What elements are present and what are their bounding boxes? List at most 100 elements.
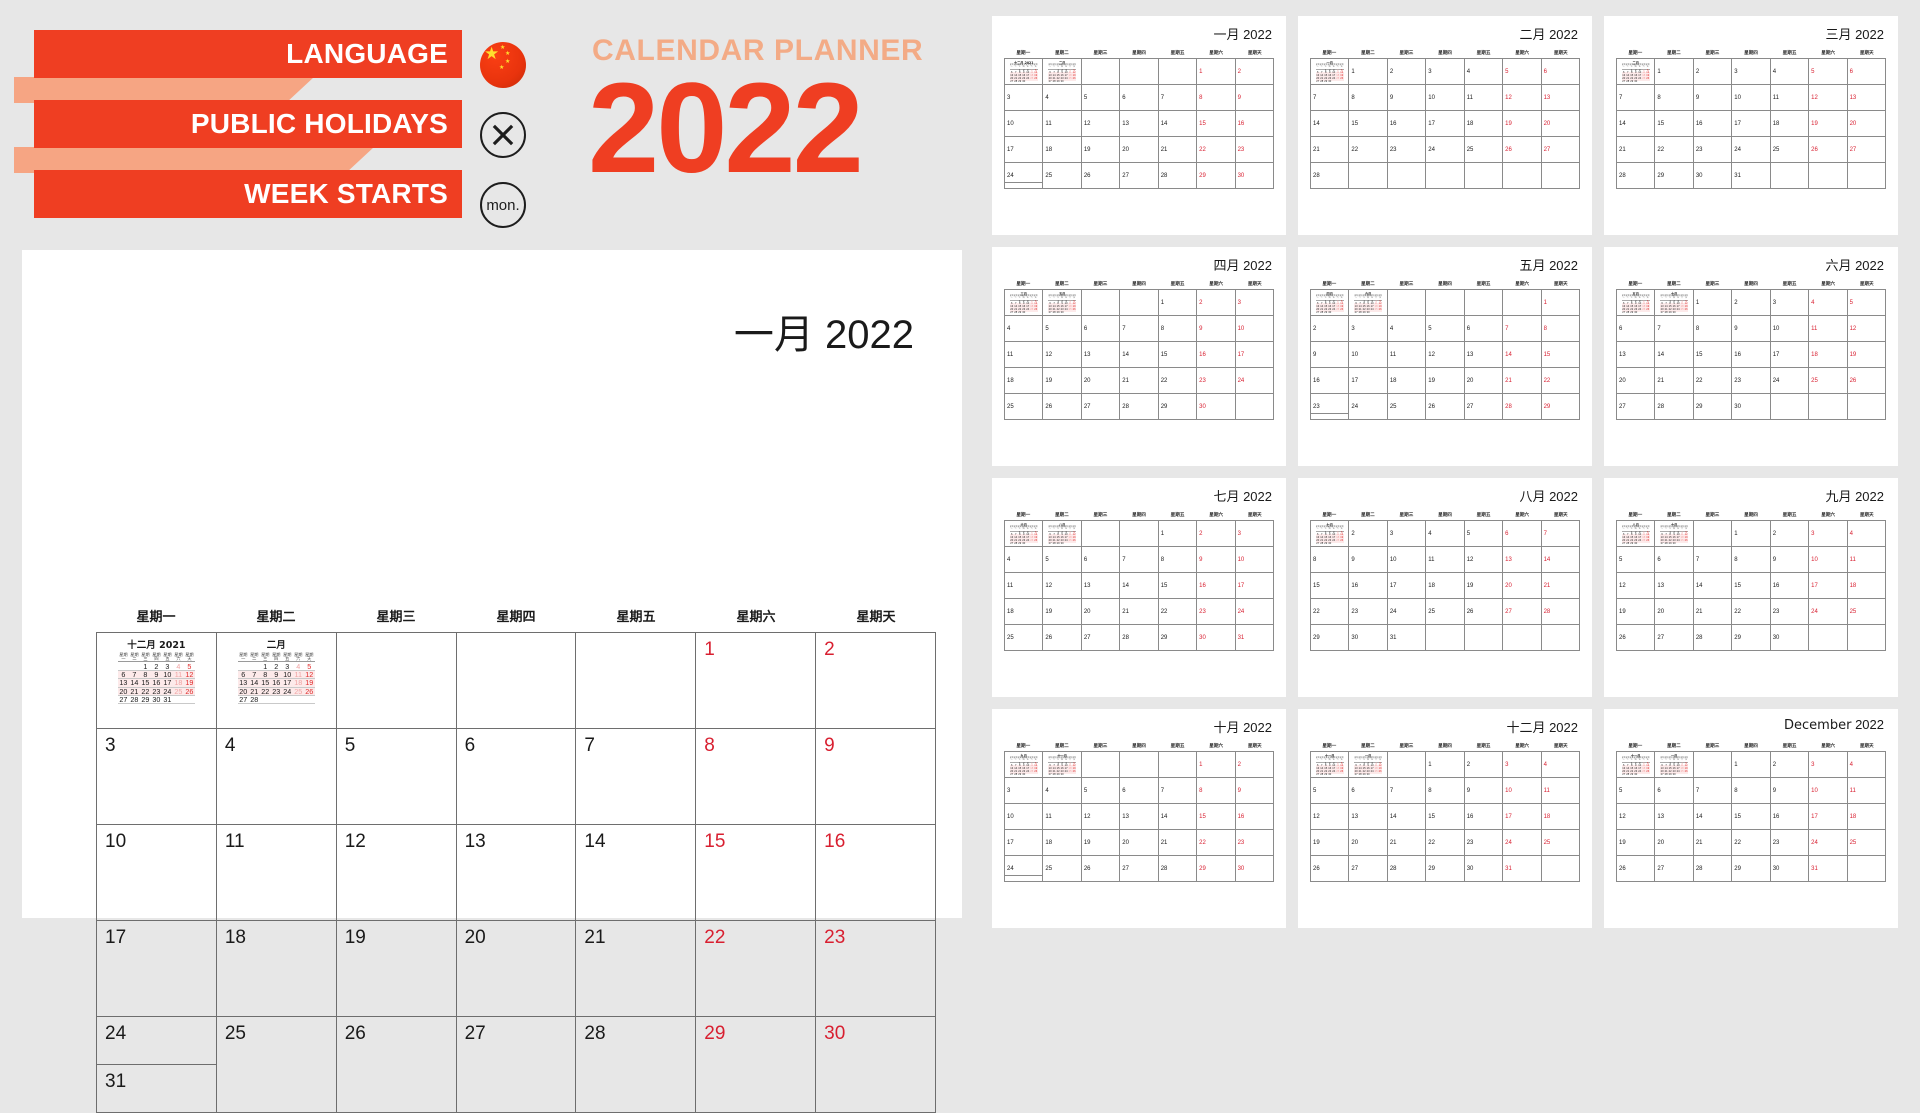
thumbnail-day-cell[interactable]: 25 bbox=[1847, 830, 1886, 856]
month-thumbnail-2[interactable]: 二月 2022 星期一 星期二 星期三 星期四 星期五 星期六 星期天 一月 星期一 星期二 星期三星… bbox=[1298, 16, 1592, 235]
thumbnail-day-cell[interactable]: 13 bbox=[1503, 547, 1542, 573]
thumbnail-day-cell[interactable]: 21 bbox=[1311, 137, 1350, 163]
thumbnail-day-cell[interactable]: 6 bbox=[1349, 778, 1388, 804]
thumbnail-day-cell[interactable]: 18 bbox=[1005, 599, 1044, 625]
thumbnail-day-cell[interactable]: 20 bbox=[1081, 368, 1121, 394]
thumbnail-day-cell[interactable]: 12 bbox=[1043, 573, 1082, 599]
thumbnail-day-cell[interactable]: 31 bbox=[1503, 856, 1542, 882]
thumbnail-day-cell[interactable]: 2 bbox=[1311, 316, 1350, 342]
thumbnail-day-cell[interactable] bbox=[1464, 625, 1504, 651]
thumbnail-day-cell[interactable]: 28 bbox=[1387, 856, 1427, 882]
thumbnail-day-cell[interactable]: 28 bbox=[1158, 856, 1198, 882]
thumbnail-day-cell[interactable]: 13 bbox=[1120, 111, 1159, 137]
thumbnail-day-cell[interactable]: 23 bbox=[1464, 830, 1504, 856]
thumbnail-day-cell[interactable]: 14 bbox=[1120, 342, 1159, 368]
main-day-cell[interactable]: 26 bbox=[336, 1017, 457, 1113]
thumbnail-mini-cell-2[interactable]: 七月 星期一 星期二 星期三 星期四 星期五 星期六 星期天 1 2 3 4 5 6 7 8 9 10 11 12 13… bbox=[1655, 290, 1694, 316]
thumbnail-day-cell[interactable]: 24 bbox=[1235, 368, 1274, 394]
thumbnail-day-cell[interactable] bbox=[1387, 163, 1427, 189]
thumbnail-day-cell[interactable]: 24 bbox=[1809, 830, 1848, 856]
thumbnail-day-cell[interactable]: 5 bbox=[1043, 547, 1082, 573]
thumbnail-day-cell[interactable]: 29 bbox=[1197, 856, 1236, 882]
thumbnail-day-cell[interactable]: 23 bbox=[1732, 368, 1771, 394]
thumbnail-day-cell[interactable]: 6 bbox=[1655, 778, 1694, 804]
thumbnail-day-cell[interactable]: 4 bbox=[1043, 85, 1082, 111]
thumbnail-day-cell[interactable]: 10 bbox=[1349, 342, 1388, 368]
thumbnail-day-cell[interactable]: 5 bbox=[1617, 547, 1656, 573]
thumbnail-day-cell[interactable]: 15 bbox=[1426, 804, 1465, 830]
main-day-cell[interactable]: 7 bbox=[576, 729, 697, 825]
thumbnail-day-cell[interactable]: 8 bbox=[1541, 316, 1580, 342]
thumbnail-day-cell[interactable]: 21 bbox=[1387, 830, 1427, 856]
thumbnail-day-cell[interactable]: 7 bbox=[1503, 316, 1542, 342]
thumbnail-day-cell[interactable]: 21 bbox=[1158, 830, 1198, 856]
thumbnail-day-cell[interactable] bbox=[1387, 290, 1427, 316]
thumbnail-day-cell[interactable]: 8 bbox=[1197, 778, 1236, 804]
thumbnail-day-cell[interactable]: 9 bbox=[1732, 316, 1771, 342]
thumbnail-day-cell[interactable]: 18 bbox=[1541, 804, 1580, 830]
thumbnail-day-cell[interactable]: 16 bbox=[1311, 368, 1350, 394]
thumbnail-day-cell[interactable]: 10 bbox=[1770, 316, 1810, 342]
thumbnail-day-cell[interactable]: 26 bbox=[1809, 137, 1848, 163]
thumbnail-day-cell[interactable]: 17 bbox=[1426, 111, 1465, 137]
thumbnail-day-cell[interactable]: 8 bbox=[1311, 547, 1350, 573]
month-thumbnail-3[interactable]: 三月 2022 星期一 星期二 星期三 星期四 星期五 星期六 星期天 二月 星期一 星期二 星期三星… bbox=[1604, 16, 1898, 235]
thumbnail-day-cell[interactable]: 17 bbox=[1503, 804, 1542, 830]
thumbnail-day-cell[interactable]: 6 bbox=[1617, 316, 1656, 342]
thumbnail-day-cell[interactable]: 26 bbox=[1081, 856, 1121, 882]
thumbnail-day-cell[interactable]: 28 bbox=[1655, 394, 1694, 420]
thumbnail-day-cell[interactable]: 3 bbox=[1503, 752, 1542, 778]
thumbnail-day-cell[interactable]: 30 bbox=[1349, 625, 1388, 651]
thumbnail-day-cell[interactable]: 27 bbox=[1655, 856, 1694, 882]
thumbnail-day-cell[interactable]: 24 bbox=[1770, 368, 1810, 394]
thumbnail-day-cell[interactable] bbox=[1809, 625, 1848, 651]
thumbnail-day-cell[interactable]: 21 bbox=[1503, 368, 1542, 394]
thumbnail-day-cell[interactable] bbox=[1120, 521, 1159, 547]
thumbnail-day-cell[interactable]: 17 bbox=[1005, 137, 1044, 163]
thumbnail-day-cell[interactable]: 11 bbox=[1464, 85, 1504, 111]
thumbnail-day-cell[interactable]: 25 bbox=[1541, 830, 1580, 856]
thumbnail-day-cell[interactable]: 3 bbox=[1005, 85, 1044, 111]
thumbnail-day-cell[interactable]: 28 bbox=[1541, 599, 1580, 625]
thumbnail-day-cell[interactable]: 21 bbox=[1655, 368, 1694, 394]
thumbnail-day-cell[interactable] bbox=[1158, 752, 1198, 778]
thumbnail-day-cell[interactable]: 25 bbox=[1043, 163, 1082, 189]
thumbnail-day-cell[interactable]: 5 bbox=[1081, 778, 1121, 804]
thumbnail-split-cell[interactable]: 23 30 bbox=[1311, 394, 1350, 420]
thumbnail-day-cell[interactable]: 9 bbox=[1349, 547, 1388, 573]
thumbnail-day-cell[interactable]: 5 bbox=[1809, 59, 1848, 85]
thumbnail-day-cell[interactable]: 20 bbox=[1464, 368, 1504, 394]
month-thumbnail-12[interactable]: December 2022 星期一 星期二 星期三 星期四 星期五 星期六 星期天 十一月 星期一… bbox=[1604, 709, 1898, 928]
thumbnail-day-cell[interactable]: 6 bbox=[1081, 547, 1121, 573]
thumbnail-day-cell[interactable]: 15 bbox=[1158, 342, 1198, 368]
thumbnail-mini-cell[interactable]: 十一月 星期一 星期二 星期三 星期四 星期五 星期六 星期天 1 2 3 4 5 6 7 8 9 10 11 12 1… bbox=[1311, 752, 1350, 778]
thumbnail-day-cell[interactable]: 1 bbox=[1732, 521, 1771, 547]
thumbnail-day-cell[interactable] bbox=[1693, 752, 1733, 778]
thumbnail-day-cell[interactable]: 11 bbox=[1847, 547, 1886, 573]
thumbnail-day-cell[interactable]: 20 bbox=[1655, 830, 1694, 856]
thumbnail-day-cell[interactable]: 26 bbox=[1043, 625, 1082, 651]
month-thumbnail-1[interactable]: 一月 2022 星期一 星期二 星期三 星期四 星期五 星期六 星期天 十二月 2021 星期一星… bbox=[992, 16, 1286, 235]
thumbnail-day-cell[interactable]: 3 bbox=[1387, 521, 1427, 547]
thumbnail-day-cell[interactable] bbox=[1541, 625, 1580, 651]
thumbnail-day-cell[interactable]: 4 bbox=[1426, 521, 1465, 547]
thumbnail-day-cell[interactable]: 14 bbox=[1158, 804, 1198, 830]
thumbnail-day-cell[interactable]: 22 bbox=[1311, 599, 1350, 625]
thumbnail-day-cell[interactable]: 2 bbox=[1235, 752, 1274, 778]
thumbnail-day-cell[interactable]: 19 bbox=[1043, 368, 1082, 394]
thumbnail-day-cell[interactable]: 13 bbox=[1464, 342, 1504, 368]
thumbnail-day-cell[interactable]: 9 bbox=[1387, 85, 1427, 111]
thumbnail-day-cell[interactable]: 11 bbox=[1426, 547, 1465, 573]
thumbnail-day-cell[interactable]: 28 bbox=[1503, 394, 1542, 420]
thumbnail-mini-cell[interactable]: 十一月 星期一 星期二 星期三 星期四 星期五 星期六 星期天 1 2 3 4 5 6 7 8 9 10 11 12 1… bbox=[1617, 752, 1656, 778]
thumbnail-day-cell[interactable]: 24 bbox=[1426, 137, 1465, 163]
thumbnail-day-cell[interactable]: 2 bbox=[1349, 521, 1388, 547]
thumbnail-day-cell[interactable]: 28 bbox=[1311, 163, 1350, 189]
thumbnail-day-cell[interactable]: 11 bbox=[1541, 778, 1580, 804]
thumbnail-half-top[interactable]: 24 bbox=[1005, 163, 1043, 183]
thumbnail-day-cell[interactable]: 1 bbox=[1732, 752, 1771, 778]
main-day-cell[interactable] bbox=[576, 633, 697, 729]
main-day-cell[interactable]: 9 bbox=[816, 729, 936, 825]
thumbnail-day-cell[interactable]: 19 bbox=[1311, 830, 1350, 856]
thumbnail-day-cell[interactable]: 19 bbox=[1464, 573, 1504, 599]
